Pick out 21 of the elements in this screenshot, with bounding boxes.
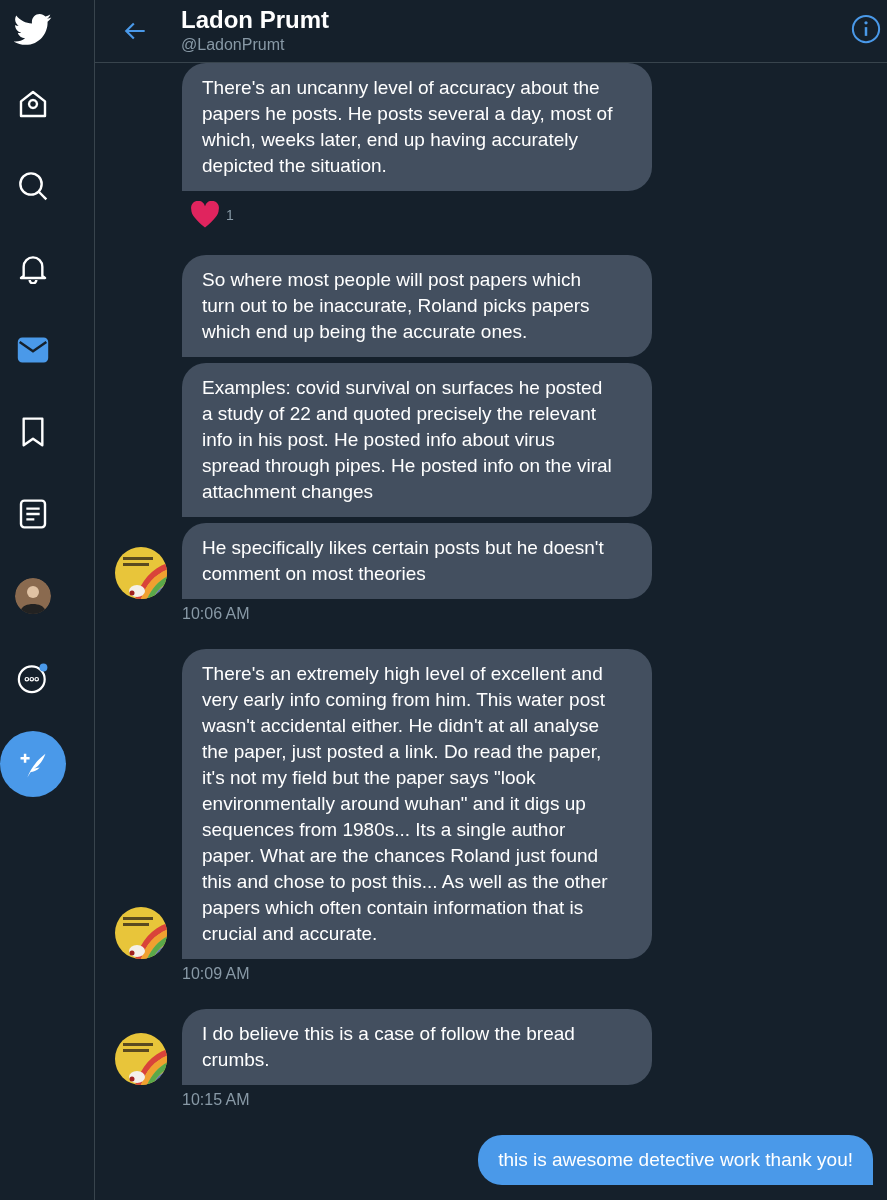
- avatar[interactable]: [15, 578, 51, 614]
- message-time: 10:06 AM: [182, 605, 250, 623]
- envelope-icon[interactable]: [17, 334, 49, 366]
- message-bubble: So where most people will post papers which turn out to be inaccurate, Roland picks papers which end up being the accurate ones.: [182, 255, 652, 357]
- conversation-name: Ladon Prumt: [181, 6, 330, 34]
- info-icon[interactable]: [851, 14, 881, 44]
- message-bubble: He specifically likes certain posts but he doesn't comment on most theories: [182, 523, 652, 599]
- message-bubble: There's an uncanny level of accuracy about the papers he posts. He posts several a day, most of which, weeks later, end up having accurately depicted the situation.: [182, 63, 652, 191]
- heart-icon[interactable]: [190, 201, 220, 229]
- message-bubble: Examples: covid survival on surfaces he posted a study of 22 and quoted precisely the relevant info in his post. He posted info about virus spread through pipes. He posted info on the viral attachment changes: [182, 363, 652, 517]
- search-icon[interactable]: [17, 170, 49, 202]
- list-icon[interactable]: [17, 498, 49, 530]
- conversation-handle: @LadonPrumt: [181, 35, 286, 55]
- message-bubble: There's an extremely high level of excellent and very early info coming from him. This water post wasn't accidental either. He didn't at all analyse the paper, just posted a link. Do read the paper, it's not my field but the paper says "look environmentally around wuhan" and it digs up sequences from 1980s... Its a single author paper. What are the chances Roland just found this and chose to post this... As well as the other papers which often contain information that is crucial and accurate.: [182, 649, 652, 959]
- message-time: 10:09 AM: [182, 965, 250, 983]
- message-time: 10:15 AM: [182, 1091, 250, 1109]
- message-bubble: I do believe this is a case of follow the bread crumbs.: [182, 1009, 652, 1085]
- more-icon[interactable]: [17, 662, 49, 694]
- reaction-count: 1: [226, 207, 234, 223]
- message-bubble: this is awesome detective work thank you!: [478, 1135, 873, 1185]
- home-icon[interactable]: [17, 88, 49, 120]
